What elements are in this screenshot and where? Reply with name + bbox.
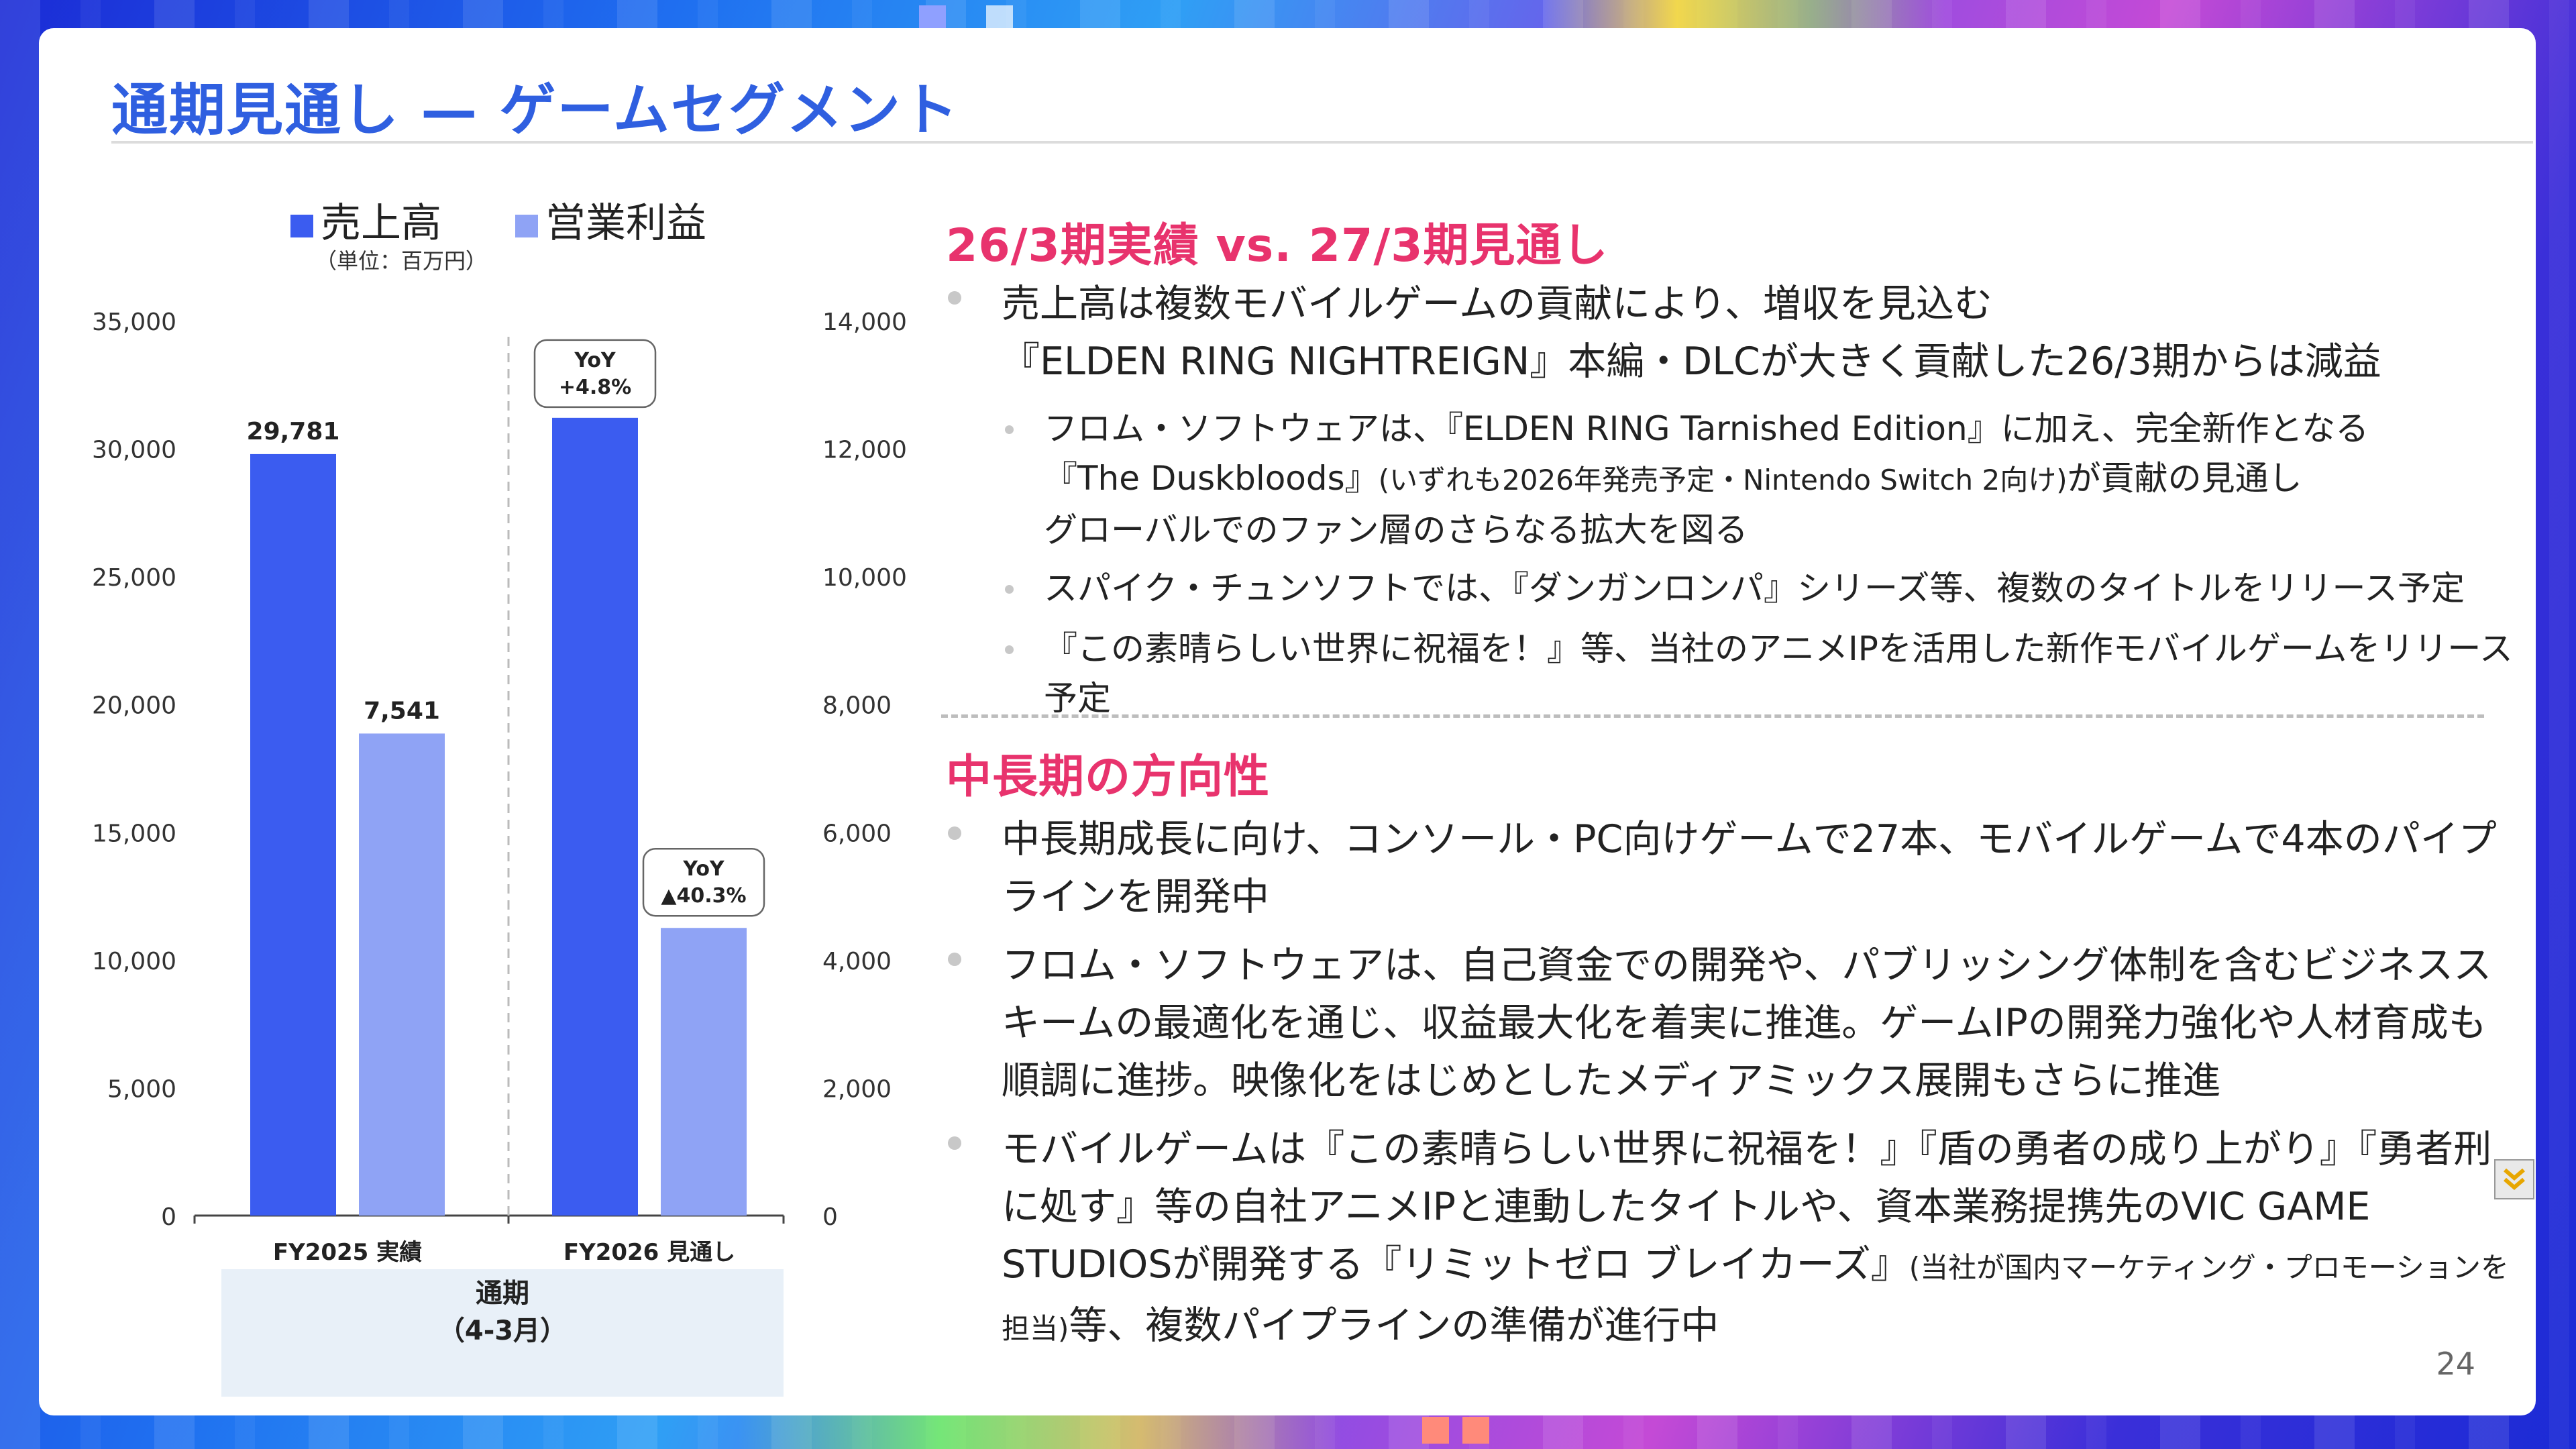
yoy-value: +4.8% — [559, 376, 631, 399]
left-axis-tick-label: 25,000 — [92, 564, 176, 592]
bar-op-income — [661, 928, 747, 1216]
sub-bullet-text: グローバルでのファン層のさらなる拡大を図る — [1044, 511, 1748, 549]
bullet-fromsoftware-strategy: フロム・ソフトウェアは、自己資金での開発や、パブリッシング体制を含むビジネススキ… — [1002, 943, 2492, 1103]
left-axis-tick-label: 10,000 — [92, 948, 176, 975]
page-number: 24 — [2436, 1346, 2475, 1382]
data-label: 29,781 — [247, 418, 340, 445]
yoy-label: YoY — [574, 349, 616, 372]
right-axis-tick-label: 6,000 — [822, 820, 892, 847]
sub-bullet-note: (いずれも2026年発売予定・Nintendo Switch 2向け) — [1378, 464, 2068, 496]
right-axis-tick-label: 4,000 — [822, 948, 892, 975]
left-axis-tick-label: 30,000 — [92, 437, 176, 464]
right-axis-tick-label: 0 — [822, 1203, 838, 1231]
category-label: FY2025 実績 — [273, 1239, 422, 1266]
section-divider — [941, 714, 2484, 718]
bullet-pipeline: 中長期成長に向け、コンソール・PC向けゲームで27本、モバイルゲームで4本のパイ… — [1002, 817, 2497, 919]
sub-bullet-text: が貢献の見通し — [2067, 459, 2302, 498]
double-chevron-down-icon — [2504, 1168, 2525, 1190]
sub-bullet-spike-chunsoft: スパイク・チュンソフトでは、『ダンガンロンパ』シリーズ等、複数のタイトルをリリー… — [1044, 569, 2465, 608]
sub-bullet-dot — [1005, 585, 1014, 594]
bullet-line: 『ELDEN RING NIGHTREIGN』本編・DLCが大きく貢献した26/… — [1002, 339, 2381, 384]
left-axis-tick-label: 20,000 — [92, 692, 176, 720]
right-axis-tick-label: 8,000 — [822, 692, 892, 720]
category-label: FY2026 見通し — [564, 1239, 735, 1266]
heading-results-vs-forecast: 26/3期実績 vs. 27/3期見通し — [946, 219, 1609, 272]
heading-mid-long-term: 中長期の方向性 — [946, 751, 1271, 804]
yoy-value: ▲40.3% — [661, 884, 746, 908]
background-square — [1422, 1417, 1449, 1444]
bullet-dot — [948, 826, 961, 840]
bullet-dot — [948, 953, 961, 966]
bullet-text: 等、複数パイプラインの準備が進行中 — [1069, 1303, 1719, 1348]
bullet-dot — [948, 291, 961, 305]
desktop-background: 通期見通し — ゲームセグメント 売上高 営業利益 （単位：百万円） 通期 （4… — [0, 0, 2576, 1449]
left-axis-tick-label: 5,000 — [107, 1075, 176, 1103]
right-axis-tick-label: 12,000 — [822, 437, 907, 464]
left-axis-tick-label: 0 — [161, 1203, 176, 1231]
sub-bullet-dot — [1005, 645, 1014, 654]
data-label: 7,541 — [364, 697, 440, 724]
bar-chart: 0 5,000 10,000 15,000 20,000 25,000 30,000 35,0… — [92, 309, 907, 1266]
right-axis-tick-label: 14,000 — [822, 309, 907, 336]
slide: 通期見通し — ゲームセグメント 売上高 営業利益 （単位：百万円） 通期 （4… — [39, 28, 2536, 1415]
right-axis-tick-label: 10,000 — [822, 564, 907, 592]
yoy-label: YoY — [682, 857, 725, 881]
background-square — [1462, 1417, 1489, 1444]
bullet-sales-forecast: 売上高は複数モバイルゲームの貢献により、増収を見込む 『ELDEN RING N… — [1002, 275, 2524, 390]
left-axis-tick-label: 35,000 — [92, 309, 176, 336]
sub-bullet-dot — [1005, 425, 1014, 434]
bar-sales — [250, 453, 336, 1216]
sub-bullet-anime-mobile: 『この素晴らしい世界に祝福を！』等、当社のアニメIPを活用した新作モバイルゲーム… — [1044, 629, 2513, 718]
bullet-mobile-games: モバイルゲームは『この素晴らしい世界に祝福を！』『盾の勇者の成り上がり』『勇者刑… — [1002, 1120, 2524, 1358]
bullet-line: 売上高は複数モバイルゲームの貢献により、増収を見込む — [1002, 282, 1992, 326]
sub-bullet-fromsoftware: フロム・ソフトウェアは、『ELDEN RING Tarnished Editio… — [1044, 404, 2412, 555]
bar-sales — [552, 417, 638, 1216]
bar-op-income — [359, 733, 445, 1216]
left-axis-tick-label: 15,000 — [92, 820, 176, 847]
scroll-down-icon[interactable] — [2494, 1159, 2534, 1199]
bullet-dot — [948, 1136, 961, 1150]
right-axis-tick-label: 2,000 — [822, 1075, 892, 1103]
